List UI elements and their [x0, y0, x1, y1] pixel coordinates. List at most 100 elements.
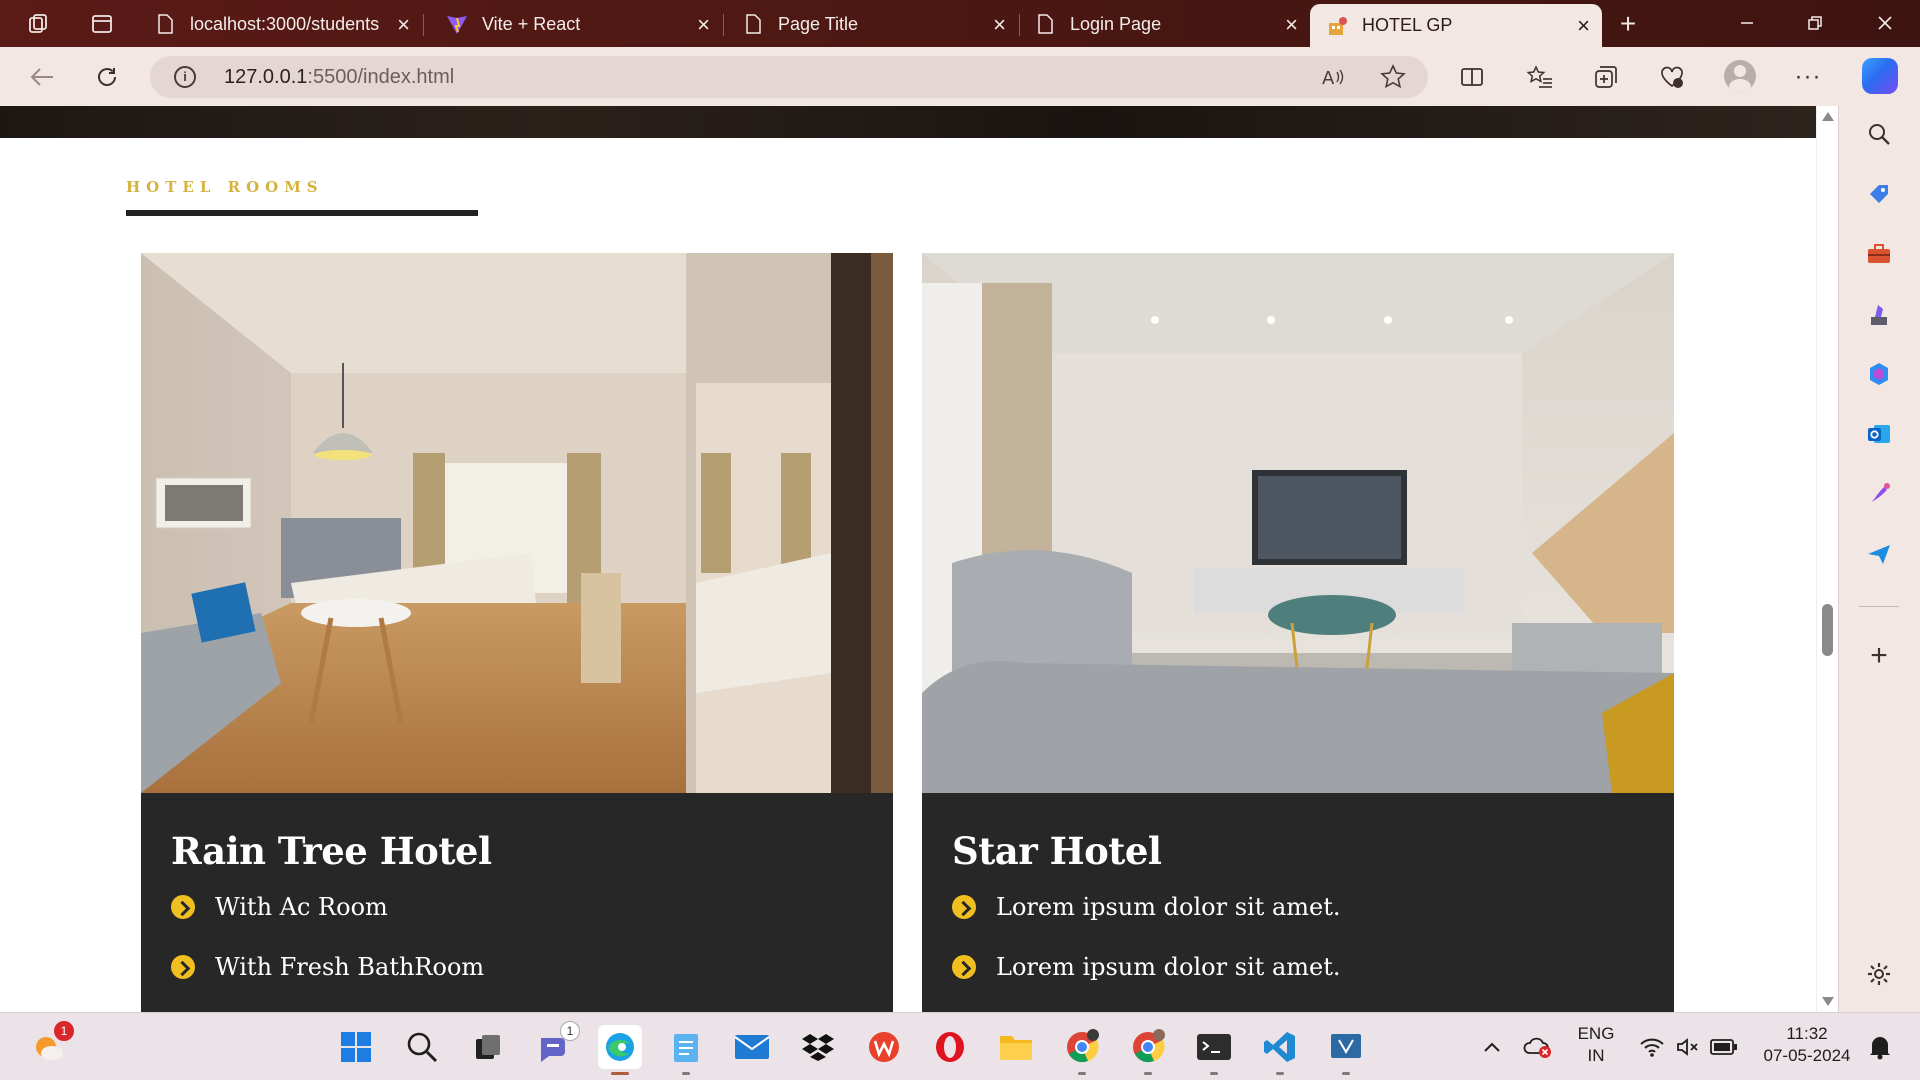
search-icon[interactable]	[400, 1025, 444, 1069]
chrome-icon[interactable]	[1060, 1025, 1104, 1075]
more-options-icon[interactable]: ···	[1790, 59, 1826, 95]
region-code: IN	[1587, 1046, 1605, 1065]
games-icon[interactable]	[1861, 296, 1897, 332]
close-icon[interactable]: ×	[1285, 12, 1298, 38]
notification-badge: 1	[54, 1021, 74, 1041]
close-icon[interactable]: ×	[1577, 13, 1590, 39]
opera-icon[interactable]	[928, 1025, 972, 1069]
back-icon[interactable]	[24, 59, 60, 95]
notepad-icon[interactable]	[664, 1025, 708, 1075]
onedrive-error-icon[interactable]	[1516, 1025, 1560, 1069]
sidebar-divider	[1859, 606, 1899, 607]
tab-vite[interactable]: Vite + React ×	[430, 6, 724, 42]
url-text[interactable]: 127.0.0.1:5500/index.html	[224, 66, 454, 89]
room-card-rain-tree[interactable]: Rain Tree Hotel With Ac Room With Fresh …	[141, 253, 893, 1012]
tab-title: Vite + React	[482, 13, 581, 34]
notifications-bell-icon[interactable]	[1858, 1025, 1902, 1069]
scroll-up-arrow[interactable]	[1822, 112, 1834, 121]
shopping-tag-icon[interactable]	[1861, 176, 1897, 212]
split-screen-icon[interactable]	[1454, 59, 1490, 95]
arrow-circle-icon	[171, 955, 195, 979]
designer-icon[interactable]	[1861, 476, 1897, 512]
hotel-icon	[1326, 15, 1348, 37]
tab-students[interactable]: localhost:3000/students ×	[138, 6, 424, 42]
task-view-icon[interactable]	[466, 1025, 510, 1069]
tab-actions-icon[interactable]	[86, 8, 118, 40]
info-icon[interactable]: i	[174, 66, 196, 88]
arrow-circle-icon	[171, 895, 195, 919]
close-icon[interactable]: ×	[397, 12, 410, 38]
vite-icon	[446, 13, 468, 35]
url-host: 127.0.0.1	[224, 66, 308, 88]
feature-item: Lorem ipsum dolor sit amet.	[952, 893, 1341, 921]
workspaces-icon[interactable]	[22, 8, 54, 40]
close-icon[interactable]: ×	[993, 12, 1006, 38]
chevron-up-icon[interactable]	[1470, 1025, 1514, 1069]
tab-hotel-gp[interactable]: HOTEL GP ×	[1310, 4, 1602, 47]
page-icon	[154, 13, 176, 35]
page-viewport: HOTEL ROOMS Rain Tree Hotel With Ac Room…	[0, 106, 1816, 1012]
send-icon[interactable]	[1861, 536, 1897, 572]
close-window-icon[interactable]	[1860, 6, 1910, 40]
favorite-star-icon[interactable]	[1380, 64, 1406, 96]
collections-icon[interactable]	[1588, 59, 1624, 95]
settings-gear-icon[interactable]	[1861, 956, 1897, 992]
refresh-icon[interactable]	[89, 59, 125, 95]
clock[interactable]: 11:32 07-05-2024	[1752, 1023, 1862, 1067]
battery-icon[interactable]	[1702, 1025, 1746, 1069]
address-bar[interactable]: i 127.0.0.1:5500/index.html A	[150, 56, 1428, 98]
scroll-down-arrow[interactable]	[1822, 997, 1834, 1006]
language-code: ENG	[1577, 1024, 1615, 1043]
wps-office-icon[interactable]	[862, 1025, 906, 1069]
scroll-thumb[interactable]	[1822, 604, 1833, 656]
close-icon[interactable]: ×	[697, 12, 710, 38]
windows-taskbar: 1 1 ENG IN 11:32 07-05-2024	[0, 1012, 1920, 1080]
weather-icon[interactable]: 1	[26, 1021, 74, 1069]
clock-time: 11:32	[1786, 1024, 1828, 1043]
file-explorer-icon[interactable]	[994, 1025, 1038, 1069]
outlook-icon[interactable]	[1861, 416, 1897, 452]
language-indicator[interactable]: ENG IN	[1570, 1023, 1622, 1067]
restore-icon[interactable]	[1790, 6, 1840, 40]
start-icon[interactable]	[334, 1025, 378, 1069]
terminal-icon[interactable]	[1192, 1025, 1236, 1075]
search-icon[interactable]	[1861, 116, 1897, 152]
chrome-profile-icon[interactable]	[1126, 1025, 1170, 1075]
notification-badge: 1	[560, 1021, 580, 1041]
vscode-icon[interactable]	[1258, 1025, 1302, 1075]
feature-item: Lorem ipsum dolor sit amet.	[952, 953, 1341, 981]
edge-sidebar: +	[1838, 106, 1920, 1012]
page-icon	[742, 13, 764, 35]
dropbox-icon[interactable]	[796, 1025, 840, 1069]
tab-title: Login Page	[1070, 13, 1162, 34]
microsoft-365-icon[interactable]	[1861, 356, 1897, 392]
edge-icon[interactable]	[598, 1025, 642, 1075]
clock-date: 07-05-2024	[1763, 1046, 1851, 1065]
tools-icon[interactable]	[1861, 236, 1897, 272]
tab-login[interactable]: Login Page ×	[1018, 6, 1310, 42]
hero-image-bottom	[0, 106, 1816, 138]
arrow-circle-icon	[952, 955, 976, 979]
minimize-icon[interactable]	[1722, 6, 1772, 40]
copilot-icon[interactable]	[1862, 58, 1898, 94]
page-icon	[1034, 13, 1056, 35]
remote-desktop-icon[interactable]	[1324, 1025, 1368, 1075]
room-title: Star Hotel	[952, 829, 1162, 873]
browser-toolbar: i 127.0.0.1:5500/index.html A ···	[0, 47, 1920, 106]
feature-text: With Ac Room	[215, 893, 388, 921]
room-card-star[interactable]: Star Hotel Lorem ipsum dolor sit amet. L…	[922, 253, 1674, 1012]
page-scrollbar[interactable]	[1816, 106, 1838, 1012]
mail-icon[interactable]	[730, 1025, 774, 1069]
read-aloud-icon[interactable]: A	[1320, 64, 1346, 96]
profile-avatar[interactable]	[1724, 60, 1756, 92]
tab-page-title[interactable]: Page Title ×	[726, 6, 1020, 42]
teams-icon[interactable]: 1	[532, 1021, 580, 1069]
url-path: :5500/index.html	[307, 66, 455, 88]
tab-strip: localhost:3000/students × Vite + React ×…	[0, 0, 1920, 47]
browser-essentials-icon[interactable]	[1654, 59, 1690, 95]
add-icon[interactable]: +	[1861, 638, 1897, 674]
tab-title: HOTEL GP	[1362, 15, 1453, 35]
new-tab-icon[interactable]: +	[1612, 8, 1644, 40]
favorites-icon[interactable]	[1522, 59, 1558, 95]
section-label: HOTEL ROOMS	[126, 178, 324, 196]
